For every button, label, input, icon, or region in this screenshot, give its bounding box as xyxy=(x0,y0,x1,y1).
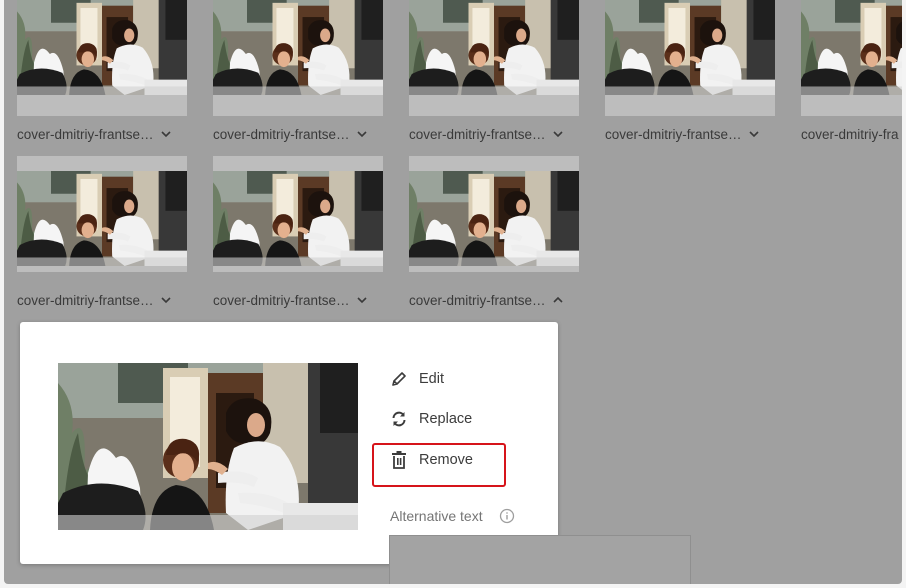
alt-text-label-text: Alternative text xyxy=(390,508,483,524)
thumbnail-caption: cover-dmitriy-frantse… xyxy=(17,290,187,310)
alt-text-input[interactable] xyxy=(389,535,691,584)
thumbnail-caption: cover-dmitriy-fra xyxy=(801,124,902,144)
file-name: cover-dmitriy-frantse… xyxy=(213,292,350,308)
gallery-item[interactable]: cover-dmitriy-fra xyxy=(801,0,902,150)
alt-text-label: Alternative text xyxy=(390,508,515,524)
chevron-down-icon[interactable] xyxy=(748,128,760,140)
thumbnail-caption: cover-dmitriy-frantse… xyxy=(213,290,383,310)
thumbnail-image[interactable] xyxy=(409,156,579,272)
thumbnail-image[interactable] xyxy=(409,0,579,116)
chevron-down-icon[interactable] xyxy=(160,294,172,306)
thumbnail-caption: cover-dmitriy-frantse… xyxy=(409,124,579,144)
thumbnail-image[interactable] xyxy=(17,0,187,116)
thumbnail-caption: cover-dmitriy-frantse… xyxy=(17,124,187,144)
thumbnail-image[interactable] xyxy=(17,156,187,272)
remove-label: Remove xyxy=(419,452,473,468)
remove-button[interactable]: Remove xyxy=(390,449,473,471)
image-gallery: cover-dmitriy-frantse… cover-dmitriy-fra… xyxy=(4,0,902,584)
file-name: cover-dmitriy-frantse… xyxy=(409,292,546,308)
edit-button[interactable]: Edit xyxy=(390,368,444,390)
file-name: cover-dmitriy-frantse… xyxy=(17,292,154,308)
thumbnail-image[interactable] xyxy=(605,0,775,116)
thumbnail-image[interactable] xyxy=(213,156,383,272)
file-name: cover-dmitriy-fra xyxy=(801,126,899,142)
replace-label: Replace xyxy=(419,411,473,427)
selected-image-preview xyxy=(58,363,358,530)
file-name: cover-dmitriy-frantse… xyxy=(605,126,742,142)
thumbnail-image[interactable] xyxy=(801,0,902,116)
info-icon[interactable] xyxy=(499,508,515,524)
chevron-up-icon[interactable] xyxy=(552,294,564,306)
file-name: cover-dmitriy-frantse… xyxy=(409,126,546,142)
refresh-icon xyxy=(390,410,408,428)
file-name: cover-dmitriy-frantse… xyxy=(17,126,154,142)
file-name: cover-dmitriy-frantse… xyxy=(213,126,350,142)
pencil-icon xyxy=(390,370,408,388)
thumbnail-caption: cover-dmitriy-frantse… xyxy=(605,124,775,144)
image-details-panel: Edit Replace Remove Alternative text xyxy=(20,322,558,564)
chevron-down-icon[interactable] xyxy=(160,128,172,140)
chevron-down-icon[interactable] xyxy=(356,128,368,140)
trash-icon xyxy=(390,451,408,469)
thumbnail-caption: cover-dmitriy-frantse… xyxy=(409,290,579,310)
edit-label: Edit xyxy=(419,371,444,387)
replace-button[interactable]: Replace xyxy=(390,408,472,430)
thumbnail-caption: cover-dmitriy-frantse… xyxy=(213,124,383,144)
chevron-down-icon[interactable] xyxy=(552,128,564,140)
chevron-down-icon[interactable] xyxy=(356,294,368,306)
thumbnail-image[interactable] xyxy=(213,0,383,116)
